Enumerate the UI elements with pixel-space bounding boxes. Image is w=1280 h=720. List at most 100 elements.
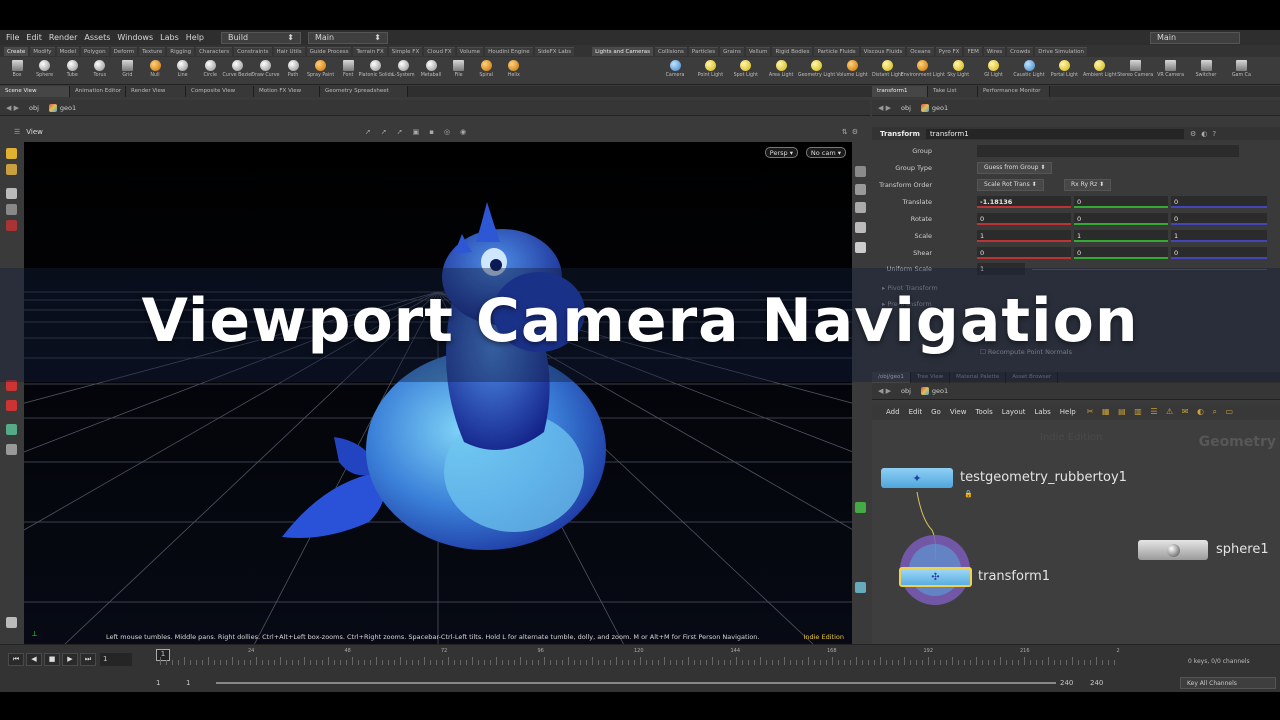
snap-magnet-icon[interactable]	[6, 400, 17, 411]
back-arrow-icon[interactable]: ◀ ▶	[878, 104, 891, 112]
shelf-tab[interactable]: Polygon	[81, 46, 109, 56]
translate-y-field[interactable]: 0	[1074, 196, 1168, 208]
shelf-tab[interactable]: Oceans	[907, 46, 934, 56]
jump-start-button[interactable]: ⏮	[8, 653, 24, 666]
lock-icon[interactable]	[6, 204, 17, 215]
pane-tab[interactable]: transform1	[872, 86, 928, 97]
shelf-tool-caustic-light[interactable]: Caustic Light	[1013, 57, 1045, 85]
shelf-tool-environment-light[interactable]: Environment Light	[901, 57, 945, 85]
shelf-tab[interactable]: Collisions	[654, 46, 687, 56]
pane-tab[interactable]: Motion FX View	[254, 86, 320, 97]
viewport-options-icons[interactable]: ⇅⚙	[842, 128, 862, 136]
pane-tab[interactable]: Composite View	[186, 86, 254, 97]
range-end[interactable]: 240	[1060, 679, 1073, 687]
shelf-tab[interactable]: Lights and Cameras	[592, 46, 653, 56]
group-type-dropdown[interactable]: Guess from Group ⬍	[977, 162, 1053, 174]
shelf-tool-line[interactable]: Line	[168, 57, 198, 85]
shelf-tab[interactable]: Hair Utils	[273, 46, 305, 56]
persp-menu[interactable]: Persp ▾	[764, 147, 798, 158]
pane-tab[interactable]: Render View	[126, 86, 186, 97]
rotate-y-field[interactable]: 0	[1074, 213, 1168, 225]
shelf-tool-file[interactable]: File	[444, 57, 474, 85]
stop-button[interactable]: ■	[44, 653, 60, 666]
menu-file[interactable]: File	[6, 33, 19, 42]
range-start-2[interactable]: 1	[186, 679, 190, 687]
shelf-tab[interactable]: Rigid Bodies	[772, 46, 813, 56]
shelf-tab[interactable]: Deform	[110, 46, 138, 56]
frame-field[interactable]: 1	[100, 653, 132, 666]
jump-end-button[interactable]: ⏭	[80, 653, 96, 666]
path-obj[interactable]: obj	[901, 104, 911, 112]
select-tool-icon[interactable]	[6, 188, 17, 199]
menu-help[interactable]: Help	[186, 33, 204, 42]
shelf-tab[interactable]: FEM	[964, 46, 982, 56]
shelf-tool-portal-light[interactable]: Portal Light	[1049, 57, 1079, 85]
range-slider[interactable]	[216, 682, 1056, 684]
pane-tab[interactable]: Geometry Spreadsheet	[320, 86, 408, 97]
shelf-tool-circle[interactable]: Circle	[195, 57, 225, 85]
shear-z-field[interactable]: 0	[1171, 247, 1267, 259]
back-arrow-icon[interactable]: ◀ ▶	[878, 387, 891, 395]
timeline-ruler[interactable]: 24 48 72 96 120 144 168 192 216 2	[160, 645, 1120, 675]
snapshot-icon[interactable]	[855, 582, 866, 593]
network-menu-edit[interactable]: Edit	[909, 408, 923, 416]
shelf-tab[interactable]: Rigging	[167, 46, 195, 56]
path-obj[interactable]: obj	[901, 387, 911, 395]
shelf-tab[interactable]: Crowds	[1007, 46, 1034, 56]
param-header-icons[interactable]: ⚙◐?	[1190, 130, 1221, 138]
range-end-2[interactable]: 240	[1090, 679, 1103, 687]
shelf-tool-distant-light[interactable]: Distant Light	[872, 57, 903, 85]
shear-x-field[interactable]: 0	[977, 247, 1071, 259]
menu-labs[interactable]: Labs	[160, 33, 179, 42]
scale-z-field[interactable]: 1	[1171, 230, 1267, 242]
transform-order-dropdown[interactable]: Scale Rot Trans ⬍	[977, 179, 1044, 191]
camera-icon[interactable]	[6, 444, 17, 455]
shelf-tab[interactable]: Cloud FX	[424, 46, 455, 56]
node-name-field[interactable]: transform1	[925, 128, 1184, 139]
shelf-tab[interactable]: Guide Process	[306, 46, 352, 56]
rotate-x-field[interactable]: 0	[977, 213, 1071, 225]
scale-x-field[interactable]: 1	[977, 230, 1071, 242]
shelf-tool-vr-camera[interactable]: VR Camera	[1156, 57, 1186, 85]
shelf-tab[interactable]: Wires	[983, 46, 1006, 56]
shelf-tool-platonic-solids[interactable]: Platonic Solids	[358, 57, 393, 85]
key-all-channels-button[interactable]: Key All Channels	[1180, 677, 1276, 689]
shelf-tool-spiral[interactable]: Spiral	[471, 57, 501, 85]
shelf-tab[interactable]: Viscous Fluids	[860, 46, 906, 56]
workspace-right-dropdown[interactable]: Main	[1150, 31, 1240, 44]
shelf-tab[interactable]: Vellum	[745, 46, 771, 56]
shelf-tool-l-system[interactable]: L-System	[388, 57, 418, 85]
shelf-tab[interactable]: Create	[4, 46, 29, 56]
shelf-tab[interactable]: Volume	[456, 46, 484, 56]
network-menu-add[interactable]: Add	[886, 408, 900, 416]
shelf-tool-font[interactable]: Font	[333, 57, 363, 85]
shelf-tab[interactable]: Model	[56, 46, 80, 56]
path-geo[interactable]: geo1	[48, 103, 76, 112]
shelf-tool-sky-light[interactable]: Sky Light	[943, 57, 973, 85]
network-menu-tools[interactable]: Tools	[975, 408, 992, 416]
shelf-tool-gam-ca[interactable]: Gam Ca	[1226, 57, 1256, 85]
path-geo[interactable]: geo1	[920, 387, 948, 395]
workspace-dropdown[interactable]: Main ⬍	[308, 31, 388, 44]
view-tools-icons[interactable]: ➚➚➚▣▪◎◉	[365, 128, 476, 136]
node-testgeometry-rubbertoy1[interactable]: ✦	[881, 468, 953, 488]
menu-assets[interactable]: Assets	[84, 33, 110, 42]
path-geo[interactable]: geo1	[920, 103, 948, 112]
network-menu-help[interactable]: Help	[1060, 408, 1076, 416]
shading-icon[interactable]	[855, 502, 866, 513]
shelf-tool-switcher[interactable]: Switcher	[1191, 57, 1221, 85]
shelf-tab[interactable]: Modify	[30, 46, 55, 56]
shelf-tab[interactable]: Pyro FX	[935, 46, 963, 56]
shelf-tool-gi-light[interactable]: GI Light	[979, 57, 1009, 85]
scale-y-field[interactable]: 1	[1074, 230, 1168, 242]
desktop-dropdown[interactable]: Build ⬍	[221, 31, 301, 44]
step-back-button[interactable]: ◀	[26, 653, 42, 666]
menu-windows[interactable]: Windows	[117, 33, 153, 42]
network-editor[interactable]: Indie Edition Geometry ✦ testgeometry_ru…	[872, 420, 1280, 645]
pane-tab[interactable]: Scene View	[0, 86, 70, 97]
shelf-tool-spot-light[interactable]: Spot Light	[731, 57, 761, 85]
shelf-tool-camera[interactable]: Camera	[660, 57, 690, 85]
shelf-tab[interactable]: Grains	[720, 46, 744, 56]
group-field[interactable]	[977, 145, 1239, 157]
shelf-tool-grid[interactable]: Grid	[112, 57, 142, 85]
